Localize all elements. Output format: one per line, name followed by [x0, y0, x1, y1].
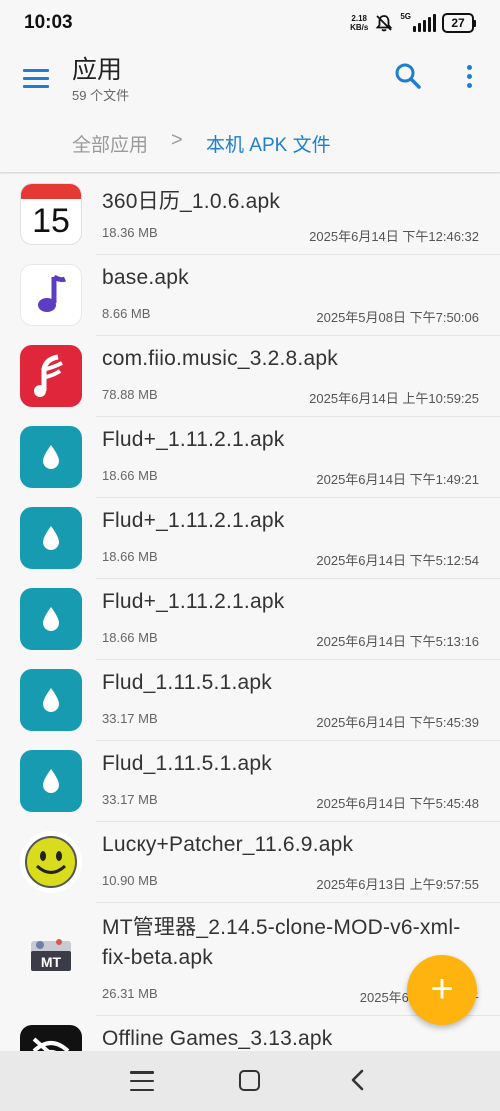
calendar-15-icon: 15: [20, 183, 82, 245]
status-icons: 2.18 KB/s 5G 27: [350, 12, 476, 34]
file-size: 18.66 MB: [102, 468, 158, 483]
status-time: 10:03: [24, 12, 73, 33]
breadcrumb-current[interactable]: 本机 APK 文件: [206, 130, 331, 157]
mt-icon-text: MT: [41, 954, 62, 970]
network-speed: 2.18 KB/s: [350, 14, 368, 32]
file-date: 2025年6月13日 上午9:57:55: [316, 877, 479, 892]
file-size: 18.66 MB: [102, 549, 158, 564]
list-item[interactable]: Flud+_1.11.2.1.apk 18.66 MB 2025年6月14日 下…: [0, 498, 500, 579]
list-item[interactable]: Flud_1.11.5.1.apk 33.17 MB 2025年6月14日 下午…: [0, 660, 500, 741]
list-item[interactable]: Lucкy+Patcher_11.6.9.apk 10.90 MB 2025年6…: [0, 822, 500, 903]
list-item[interactable]: Flud+_1.11.2.1.apk 18.66 MB 2025年6月14日 下…: [0, 579, 500, 660]
file-name: Flud+_1.11.2.1.apk: [102, 428, 285, 451]
back-icon[interactable]: [345, 1067, 371, 1093]
file-date: 2025年6月14日 下午5:45:39: [316, 715, 479, 730]
file-name: Flud+_1.11.2.1.apk: [102, 509, 285, 532]
file-name: Flud_1.11.5.1.apk: [102, 752, 272, 775]
hamburger-menu-icon[interactable]: [18, 60, 54, 96]
file-size: 10.90 MB: [102, 873, 158, 888]
battery-icon: 27: [442, 13, 476, 33]
file-name: 360日历_1.0.6.apk: [102, 190, 281, 213]
flud-drop-icon: [20, 669, 82, 731]
music-note-icon: [20, 264, 82, 326]
file-date: 2025年6月14日 下午5:13:16: [316, 634, 479, 649]
status-bar: 10:03 2.18 KB/s 5G 27: [0, 0, 500, 46]
list-item[interactable]: com.fiio.music_3.2.8.apk 78.88 MB 2025年6…: [0, 336, 500, 417]
file-date: 2025年6月14日 上午10:59:25: [309, 391, 479, 406]
file-name: com.fiio.music_3.2.8.apk: [102, 347, 338, 370]
add-button[interactable]: +: [407, 955, 477, 1025]
file-name: Flud_1.11.5.1.apk: [102, 671, 272, 694]
battery-level: 27: [442, 13, 474, 33]
file-date: 2025年6月14日 下午12:46:32: [309, 229, 479, 244]
file-name: Offline Games_3.13.apk: [102, 1027, 333, 1050]
flud-drop-icon: [20, 588, 82, 650]
file-size: 18.36 MB: [102, 225, 158, 240]
navigation-bar: [0, 1051, 500, 1111]
search-icon[interactable]: [392, 60, 424, 92]
breadcrumb: 全部应用 > 本机 APK 文件: [0, 110, 500, 173]
chevron-right-icon: >: [171, 129, 183, 151]
list-item[interactable]: Flud_1.11.5.1.apk 33.17 MB 2025年6月14日 下午…: [0, 741, 500, 822]
lucky-patcher-smiley-icon: [20, 831, 82, 893]
fiio-music-icon: [20, 345, 82, 407]
file-date: 2025年6月14日 下午5:12:54: [316, 553, 479, 568]
recents-menu-icon[interactable]: [130, 1071, 154, 1091]
file-name: Lucкy+Patcher_11.6.9.apk: [102, 833, 354, 856]
file-size: 18.66 MB: [102, 630, 158, 645]
breadcrumb-root[interactable]: 全部应用: [72, 130, 148, 157]
file-size: 8.66 MB: [102, 306, 151, 321]
mute-bell-icon: [375, 15, 393, 32]
more-vert-icon[interactable]: [454, 60, 484, 92]
network-speed-value: 2.18: [351, 14, 367, 23]
file-count: 59 个文件: [72, 88, 130, 103]
file-size: 33.17 MB: [102, 711, 158, 726]
list-item[interactable]: Offline Games_3.13.apk: [0, 1016, 500, 1051]
list-item[interactable]: base.apk 8.66 MB 2025年5月08日 下午7:50:06: [0, 255, 500, 336]
page-title: 应用: [72, 56, 123, 84]
file-date: 2025年6月14日 下午5:45:48: [316, 796, 479, 811]
network-type: 5G: [400, 12, 411, 21]
network-speed-unit: KB/s: [350, 23, 369, 32]
flud-drop-icon: [20, 507, 82, 569]
flud-drop-icon: [20, 426, 82, 488]
flud-drop-icon: [20, 750, 82, 812]
file-name: base.apk: [102, 266, 189, 289]
file-date: 2025年6月14日 下午1:49:21: [316, 472, 479, 487]
signal-icon: [413, 14, 436, 32]
list-item[interactable]: Flud+_1.11.2.1.apk 18.66 MB 2025年6月14日 下…: [0, 417, 500, 498]
file-list[interactable]: 15 360日历_1.0.6.apk 18.36 MB 2025年6月14日 下…: [0, 174, 500, 1051]
file-date: 2025年5月08日 下午7:50:06: [316, 310, 479, 325]
file-size: 33.17 MB: [102, 792, 158, 807]
file-size: 26.31 MB: [102, 986, 158, 1001]
app-bar: 应用 59 个文件: [0, 46, 500, 110]
list-item[interactable]: 15 360日历_1.0.6.apk 18.36 MB 2025年6月14日 下…: [0, 174, 500, 255]
file-name: Flud+_1.11.2.1.apk: [102, 590, 285, 613]
file-size: 78.88 MB: [102, 387, 158, 402]
offline-games-icon: [20, 1025, 82, 1051]
mt-manager-icon: MT: [20, 927, 82, 989]
home-icon[interactable]: [239, 1070, 260, 1091]
